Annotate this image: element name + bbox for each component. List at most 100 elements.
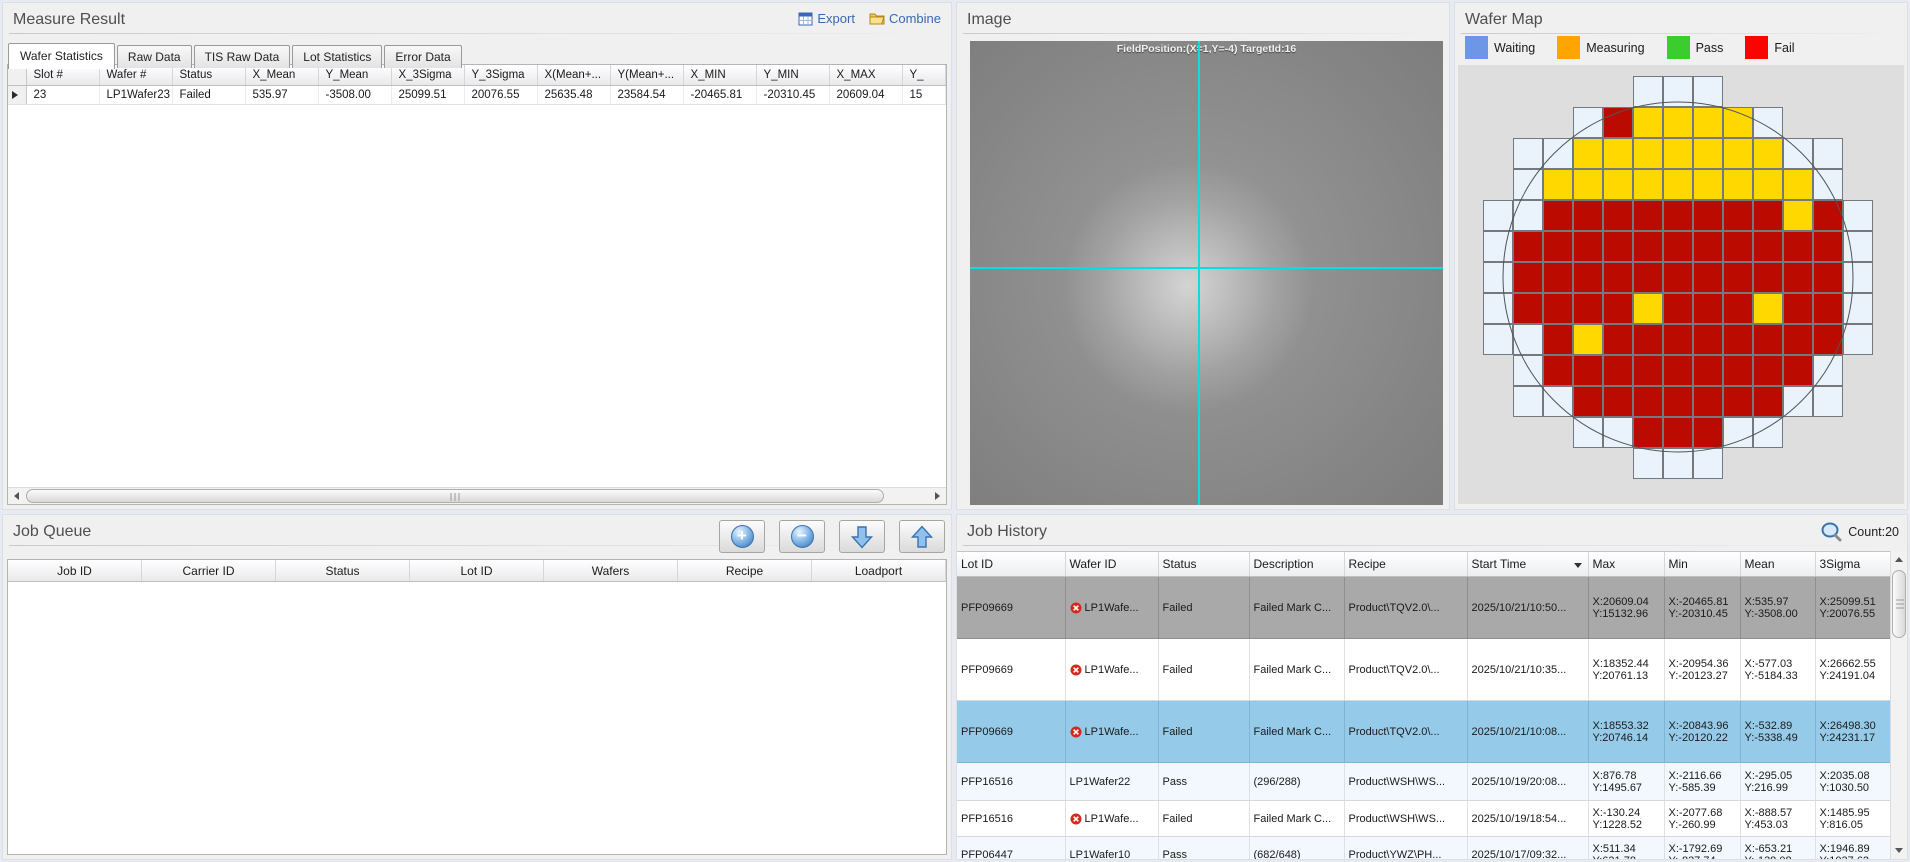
count-label: Count:20 (1848, 525, 1899, 539)
wafer-cell (1663, 76, 1693, 107)
col-loadport[interactable]: Loadport (812, 560, 946, 581)
wafer-cell (1513, 355, 1543, 386)
wafer-cell (1693, 324, 1723, 355)
col-x-mean[interactable]: X_Mean (245, 65, 318, 85)
job-history-row[interactable]: PFP09669 LP1Wafe... Failed Failed Mark C… (957, 577, 1890, 639)
title-rule (963, 545, 1901, 546)
col-max[interactable]: Max (1588, 552, 1664, 577)
wafer-cell (1783, 324, 1813, 355)
wafer-cell-empty (1573, 76, 1603, 107)
scrollbar-thumb[interactable] (26, 489, 884, 503)
wafer-cell (1693, 231, 1723, 262)
wafer-cell-empty (1483, 76, 1513, 107)
scrollbar-thumb[interactable] (1892, 570, 1906, 638)
tab-wafer-statistics[interactable]: Wafer Statistics (8, 43, 115, 69)
job-history-row[interactable]: PFP06447 LP1Wafer10 Pass (682/648) Produ… (957, 837, 1890, 860)
cell-y-3sigma: 20076.55 (464, 85, 537, 104)
col-status[interactable]: Status (276, 560, 410, 581)
col-status[interactable]: Status (172, 65, 245, 85)
wafer-cell-empty (1843, 417, 1873, 448)
wafer-cell (1633, 107, 1663, 138)
tab-tis-raw-data[interactable]: TIS Raw Data (194, 45, 291, 68)
col-x-mean-plus[interactable]: X(Mean+... (537, 65, 610, 85)
plus-icon: + (731, 525, 754, 548)
scroll-down-arrow[interactable] (1891, 842, 1907, 859)
wafer-cell (1543, 293, 1573, 324)
tab-raw-data[interactable]: Raw Data (117, 45, 192, 68)
col-mean[interactable]: Mean (1740, 552, 1815, 577)
wafer-cell (1603, 293, 1633, 324)
wafer-cell (1843, 262, 1873, 293)
col-y-max-partial[interactable]: Y_ (902, 65, 946, 85)
col-description[interactable]: Description (1249, 552, 1344, 577)
col-y-mean[interactable]: Y_Mean (318, 65, 391, 85)
col-wafers[interactable]: Wafers (544, 560, 678, 581)
job-history-row[interactable]: PFP09669 LP1Wafe... Failed Failed Mark C… (957, 639, 1890, 701)
job-queue-buttons: + − (719, 520, 945, 553)
combine-label: Combine (889, 11, 941, 26)
col-x-3sigma[interactable]: X_3Sigma (391, 65, 464, 85)
wafer-cell-empty (1753, 76, 1783, 107)
scroll-right-arrow[interactable] (929, 488, 946, 504)
tab-error-data[interactable]: Error Data (384, 45, 461, 68)
wafer-cell (1753, 417, 1783, 448)
wafer-cell (1783, 138, 1813, 169)
wafer-cell-empty (1513, 448, 1543, 479)
col-x-min[interactable]: X_MIN (683, 65, 756, 85)
wafer-cell (1693, 262, 1723, 293)
table-header-row: Slot # Wafer # Status X_Mean Y_Mean X_3S… (8, 65, 946, 85)
export-button[interactable]: Export (798, 11, 855, 26)
table-row[interactable]: 23 LP1Wafer23 Failed 535.97 -3508.00 250… (8, 85, 946, 104)
scroll-left-arrow[interactable] (8, 488, 25, 504)
col-x-max[interactable]: X_MAX (829, 65, 902, 85)
col-wafer-id[interactable]: Wafer ID (1065, 552, 1158, 577)
col-recipe[interactable]: Recipe (678, 560, 812, 581)
wafer-cell (1513, 293, 1543, 324)
col-start-time[interactable]: Start Time (1467, 552, 1588, 577)
col-lot-id[interactable]: Lot ID (957, 552, 1065, 577)
magnifier-icon[interactable] (1820, 521, 1842, 543)
wafer-cell (1723, 107, 1753, 138)
col-min[interactable]: Min (1664, 552, 1740, 577)
col-carrier-id[interactable]: Carrier ID (142, 560, 276, 581)
move-down-button[interactable] (839, 520, 885, 553)
job-history-row[interactable]: PFP16516 LP1Wafer22 Pass (296/288) Produ… (957, 763, 1890, 801)
col-recipe[interactable]: Recipe (1344, 552, 1467, 577)
wafer-cell (1783, 200, 1813, 231)
col-job-id[interactable]: Job ID (8, 560, 142, 581)
wafer-cell-empty (1573, 448, 1603, 479)
col-status[interactable]: Status (1158, 552, 1249, 577)
job-history-row[interactable]: PFP16516 LP1Wafe... Failed Failed Mark C… (957, 801, 1890, 837)
col-y-min[interactable]: Y_MIN (756, 65, 829, 85)
vertical-scrollbar[interactable] (1890, 551, 1907, 859)
wafer-cell (1783, 262, 1813, 293)
wafer-cell (1543, 231, 1573, 262)
cell-x-mean: 535.97 (245, 85, 318, 104)
wafer-cell (1813, 262, 1843, 293)
failed-icon (1070, 602, 1082, 614)
legend-item-pass: Pass (1667, 36, 1724, 59)
add-job-button[interactable]: + (719, 520, 765, 553)
move-up-button[interactable] (899, 520, 945, 553)
wafer-cell (1783, 355, 1813, 386)
col-lot-id[interactable]: Lot ID (410, 560, 544, 581)
wafer-cell (1693, 107, 1723, 138)
wafer-cell (1693, 417, 1723, 448)
wafer-cell (1573, 231, 1603, 262)
horizontal-scrollbar[interactable] (8, 487, 946, 504)
row-marker-icon (12, 91, 18, 99)
job-history-title: Job History (957, 515, 1907, 543)
measure-result-panel: Measure Result Export Combine Wafer Stat… (2, 2, 952, 510)
job-history-row[interactable]: PFP09669 LP1Wafe... Failed Failed Mark C… (957, 701, 1890, 763)
wafer-cell-empty (1483, 417, 1513, 448)
wafer-cell-empty (1543, 76, 1573, 107)
remove-job-button[interactable]: − (779, 520, 825, 553)
col-y-mean-plus[interactable]: Y(Mean+... (610, 65, 683, 85)
col-3sigma[interactable]: 3Sigma (1815, 552, 1890, 577)
tab-lot-statistics[interactable]: Lot Statistics (292, 45, 382, 68)
wafer-cell-empty (1753, 448, 1783, 479)
wafer-cell-empty (1543, 448, 1573, 479)
scroll-up-arrow[interactable] (1891, 551, 1907, 568)
col-y-3sigma[interactable]: Y_3Sigma (464, 65, 537, 85)
combine-button[interactable]: Combine (869, 11, 941, 26)
